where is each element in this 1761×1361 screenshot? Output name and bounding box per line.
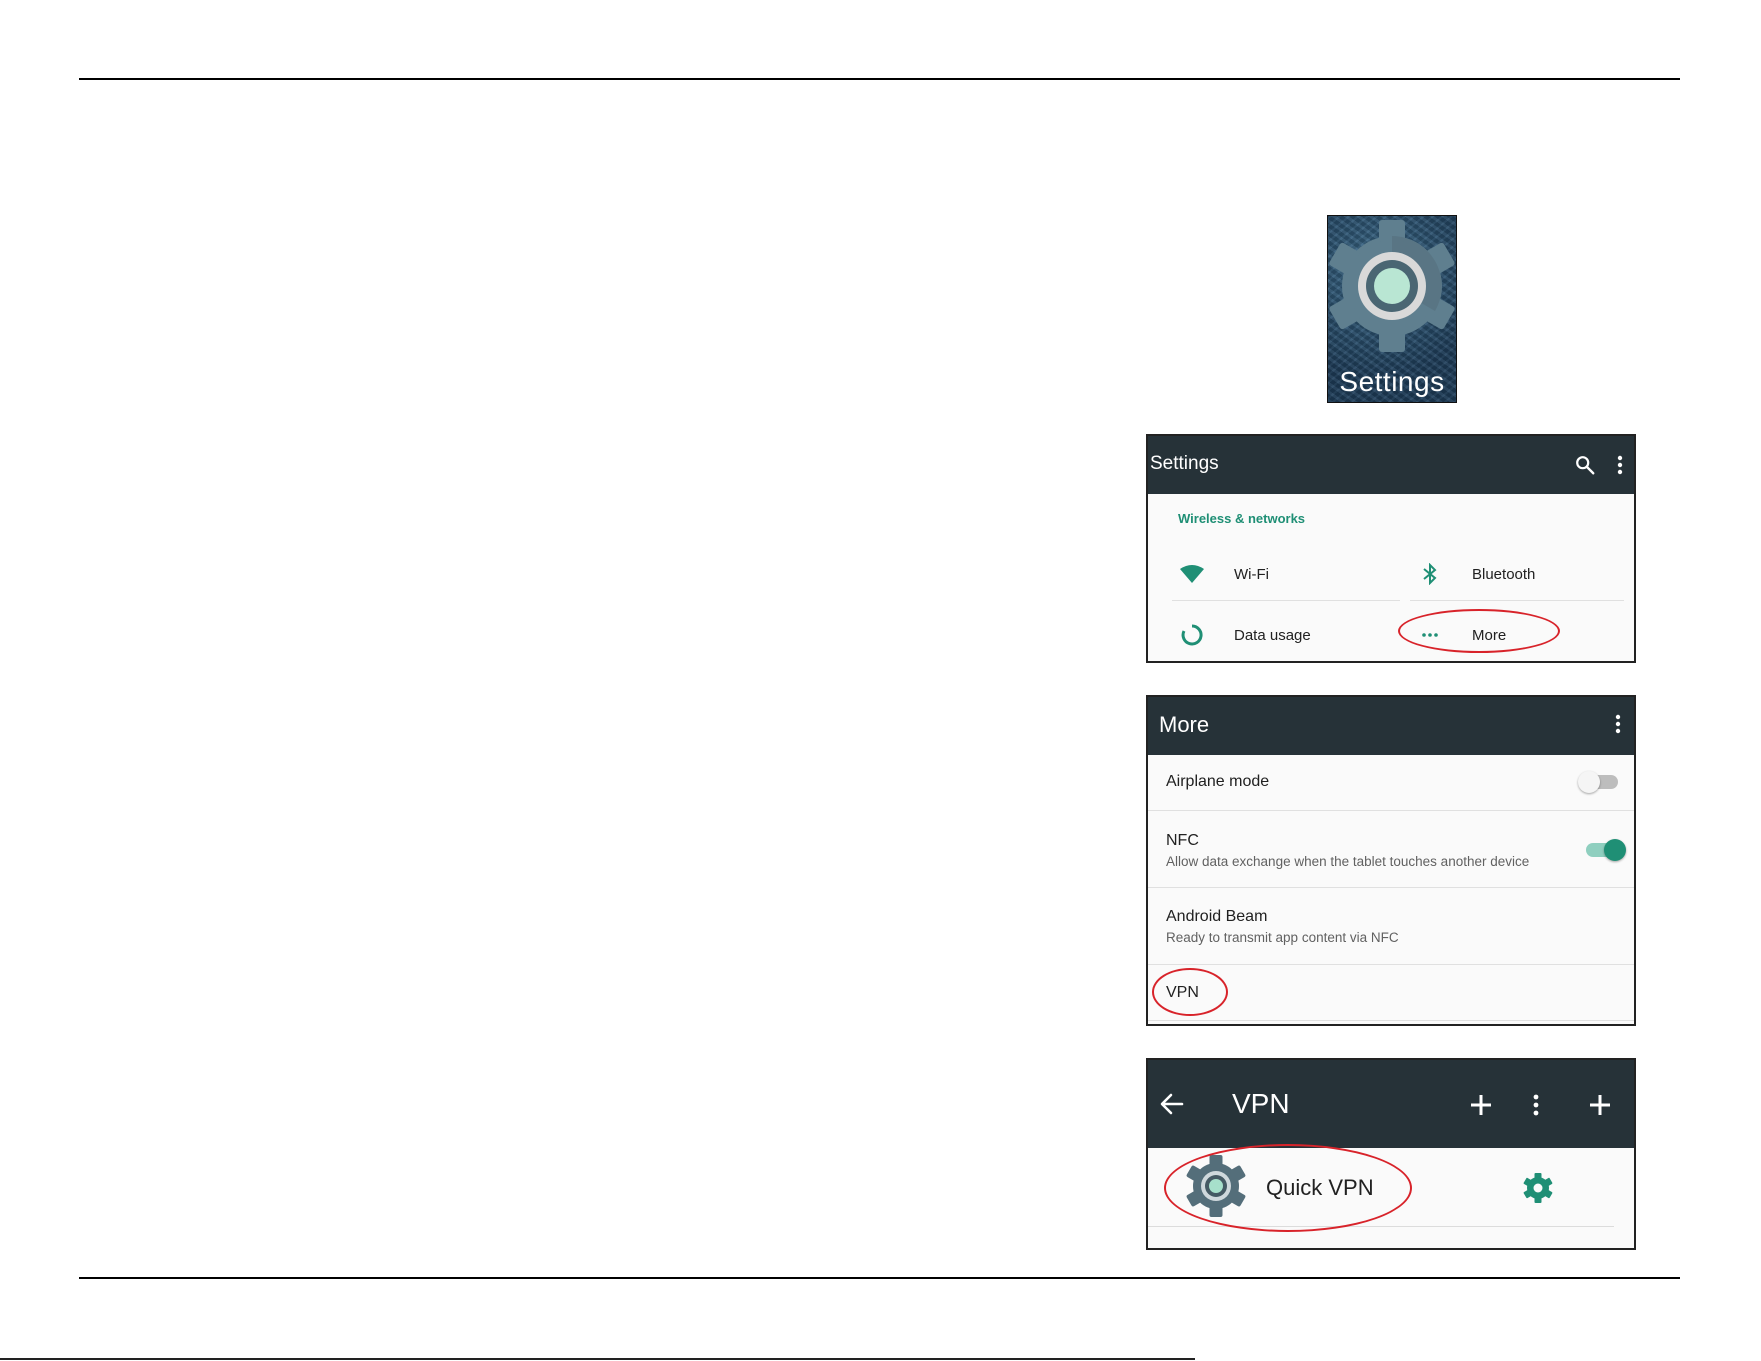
row-subtitle: Allow data exchange when the tablet touc… — [1166, 854, 1530, 869]
airplane-mode-switch[interactable] — [1578, 771, 1618, 793]
settings-toolbar-title: Settings — [1150, 453, 1219, 474]
more-toolbar-title: More — [1159, 712, 1210, 737]
more-screenshot: More Airplane mode NFC Allow data exchan… — [1146, 695, 1636, 1026]
header-rule — [79, 78, 1680, 80]
vpn-entry-quick-vpn[interactable]: Quick VPN — [1148, 1148, 1634, 1228]
tile-label: Data usage — [1234, 626, 1311, 644]
divider — [1148, 1226, 1614, 1227]
row-title: Airplane mode — [1166, 773, 1270, 790]
row-title: Android Beam — [1166, 908, 1268, 925]
settings-icon[interactable] — [1522, 1172, 1554, 1204]
add-icon[interactable] — [1468, 1092, 1494, 1118]
row-android-beam[interactable]: Android Beam Ready to transmit app conte… — [1148, 888, 1634, 965]
settings-screenshot: Settings Wireless & networks Wi-Fi Bluet… — [1146, 434, 1636, 663]
settings-toolbar: Settings — [1148, 436, 1634, 494]
row-nfc[interactable]: NFC Allow data exchange when the tablet … — [1148, 811, 1634, 888]
search-icon[interactable] — [1572, 452, 1598, 478]
switch-knob — [1578, 771, 1600, 793]
tile-label: Wi-Fi — [1234, 565, 1269, 583]
vpn-toolbar: VPN — [1148, 1060, 1634, 1148]
data-usage-icon — [1172, 624, 1212, 646]
more-horiz-icon — [1410, 632, 1450, 638]
bluetooth-icon — [1410, 563, 1450, 585]
footer-rule — [79, 1277, 1680, 1279]
row-airplane-mode[interactable]: Airplane mode — [1148, 755, 1634, 811]
add-icon[interactable] — [1587, 1092, 1613, 1118]
row-vpn[interactable]: VPN — [1148, 965, 1634, 1021]
row-title: NFC — [1166, 832, 1199, 849]
wifi-icon — [1172, 565, 1212, 583]
gear-icon — [1329, 220, 1455, 352]
tile-wifi[interactable]: Wi-Fi — [1172, 548, 1269, 600]
tile-bluetooth[interactable]: Bluetooth — [1410, 548, 1535, 600]
divider — [1172, 600, 1400, 601]
vpn-name: Quick VPN — [1266, 1175, 1374, 1200]
section-title: Wireless & networks — [1178, 511, 1306, 526]
nfc-switch[interactable] — [1586, 839, 1626, 861]
app-icon-label: Settings — [1339, 366, 1445, 397]
tile-more[interactable]: More — [1410, 609, 1506, 661]
back-arrow-icon[interactable] — [1158, 1090, 1186, 1118]
vpn-screenshot: VPN Quick VPN — [1146, 1058, 1636, 1250]
tile-label: Bluetooth — [1472, 565, 1536, 583]
page-edge-line — [0, 1358, 1195, 1360]
switch-knob — [1604, 839, 1626, 861]
row-subtitle: Ready to transmit app content via NFC — [1166, 930, 1399, 945]
more-toolbar: More — [1148, 697, 1634, 755]
divider — [1410, 600, 1624, 601]
tile-data-usage[interactable]: Data usage — [1172, 609, 1311, 661]
tile-label: More — [1472, 626, 1507, 644]
row-title: VPN — [1166, 984, 1199, 1001]
more-vert-icon[interactable] — [1528, 1092, 1544, 1118]
more-vert-icon[interactable] — [1610, 711, 1626, 737]
settings-app-icon[interactable]: Settings — [1327, 215, 1457, 403]
vpn-toolbar-title: VPN — [1232, 1088, 1290, 1119]
gear-icon — [1186, 1155, 1246, 1217]
more-vert-icon[interactable] — [1612, 452, 1628, 478]
